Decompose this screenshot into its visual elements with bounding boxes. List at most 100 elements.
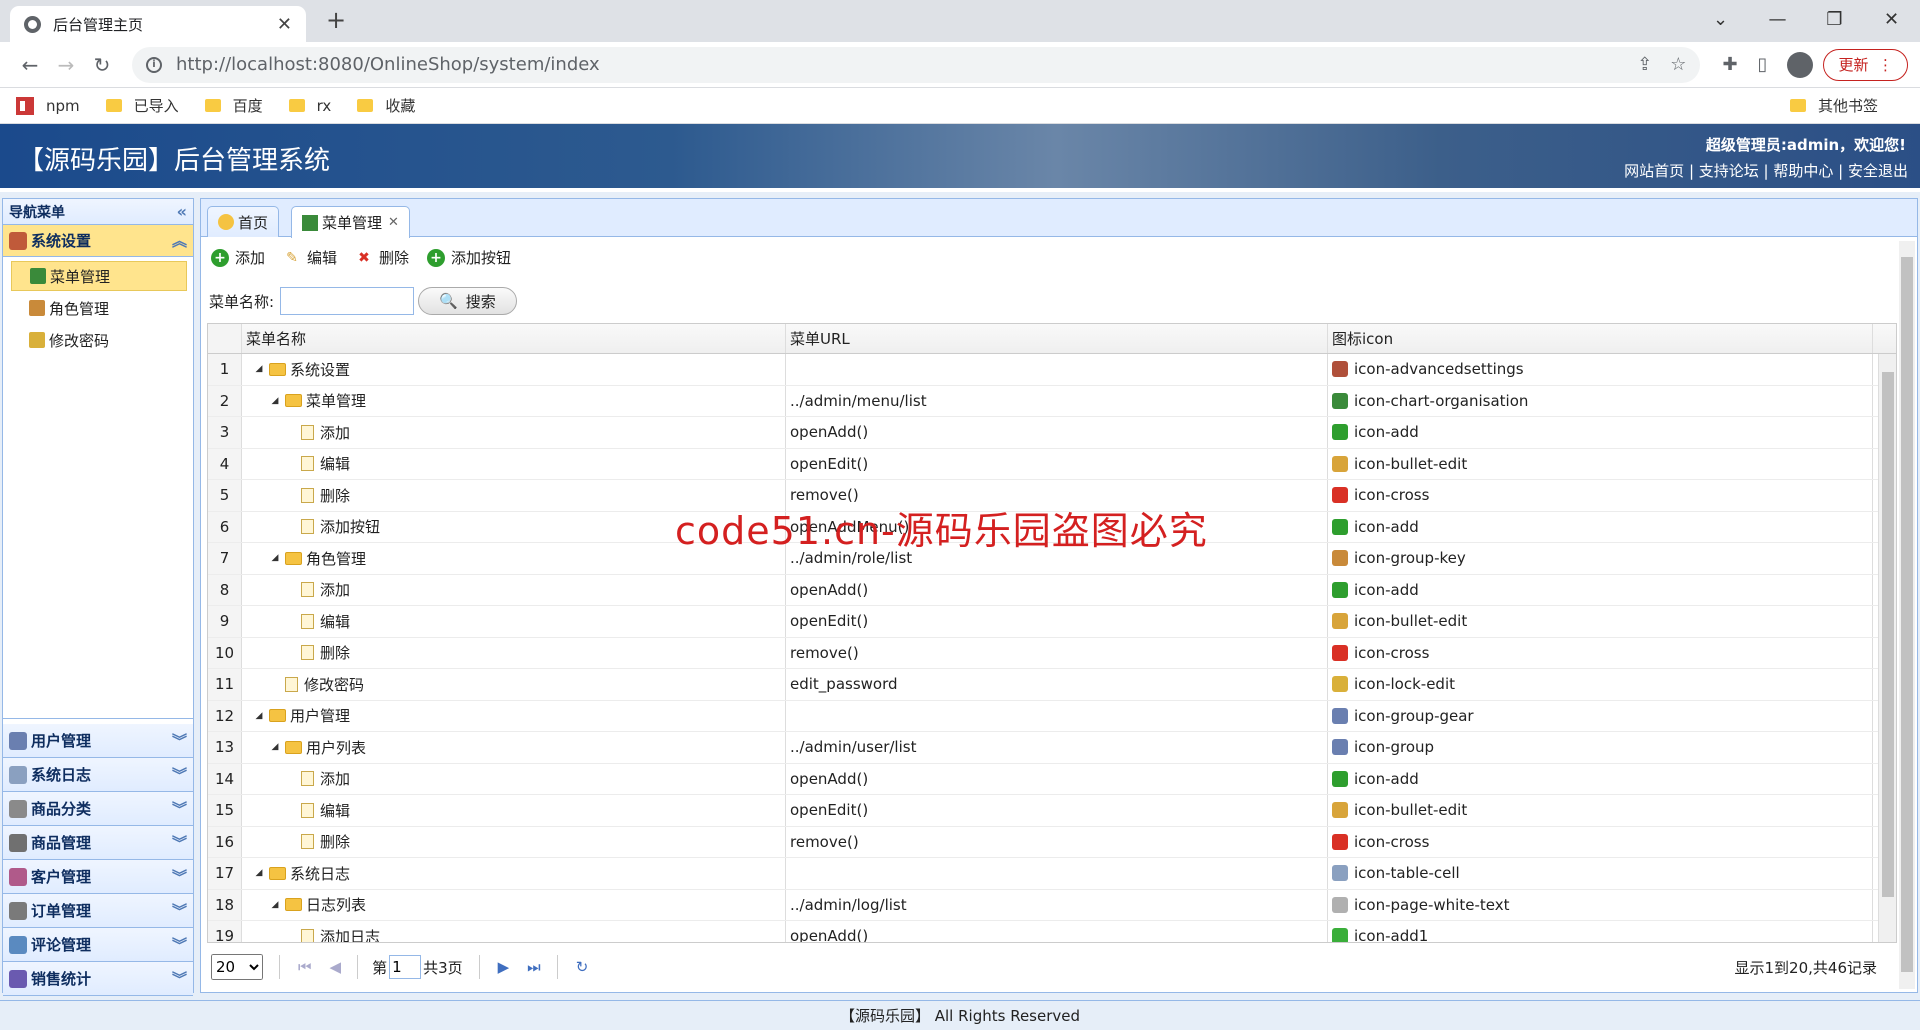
search-button[interactable]: 🔍 搜索 xyxy=(418,287,517,315)
extensions-icon[interactable]: ✚ xyxy=(1722,54,1737,75)
sidebar-section-categories[interactable]: 商品分类 ︾ xyxy=(3,792,193,826)
table-row[interactable]: 8 添加 openAdd() icon-add xyxy=(208,574,1896,606)
sidebar-item-change-password[interactable]: 修改密码 xyxy=(11,325,187,355)
bookmark-favorites[interactable]: 收藏 xyxy=(357,95,415,116)
table-row[interactable]: 15 编辑 openEdit() icon-bullet-edit xyxy=(208,795,1896,827)
link-site-home[interactable]: 网站首页 xyxy=(1624,162,1684,180)
table-row[interactable]: 4 编辑 openEdit() icon-bullet-edit xyxy=(208,448,1896,480)
table-row[interactable]: 9 编辑 openEdit() icon-bullet-edit xyxy=(208,606,1896,638)
column-header-name[interactable]: 菜单名称 xyxy=(242,324,786,353)
other-bookmarks[interactable]: 其他书签 xyxy=(1789,95,1878,116)
side-panel-icon[interactable]: ▯ xyxy=(1758,54,1768,75)
table-row[interactable]: 2 ◢ 菜单管理 ../admin/menu/list icon-chart-organ… xyxy=(208,385,1896,417)
bookmark-rx[interactable]: rx xyxy=(288,97,331,115)
restore-icon[interactable]: ❐ xyxy=(1806,0,1863,42)
browser-tab[interactable]: 后台管理主页 ✕ xyxy=(10,6,306,42)
table-row[interactable]: 19 添加日志 openAdd() icon-add1 xyxy=(208,921,1896,942)
expand-arrow-icon[interactable]: ◢ xyxy=(254,711,264,721)
group-key-icon xyxy=(29,300,45,316)
expand-arrow-icon[interactable]: ◢ xyxy=(270,742,280,752)
chevron-up-icon[interactable]: ︽ xyxy=(172,230,187,251)
sidebar-section-comments[interactable]: 评论管理 ︾ xyxy=(3,928,193,962)
reload-icon[interactable]: ↻ xyxy=(84,53,120,77)
edit-button[interactable]: ✎ 编辑 xyxy=(283,247,337,268)
link-help[interactable]: 帮助中心 xyxy=(1773,162,1833,180)
close-tab-icon[interactable]: ✕ xyxy=(388,215,399,230)
next-page-icon[interactable]: ▶ xyxy=(498,958,510,976)
chevron-down-icon[interactable]: ︾ xyxy=(172,900,187,921)
table-row[interactable]: 11 修改密码 edit_password icon-lock-edit xyxy=(208,669,1896,701)
new-tab-icon[interactable]: + xyxy=(326,6,346,34)
close-window-icon[interactable]: ✕ xyxy=(1863,0,1920,42)
sidebar-section-orders[interactable]: 订单管理 ︾ xyxy=(3,894,193,928)
table-row[interactable]: 16 删除 remove() icon-cross xyxy=(208,826,1896,858)
site-info-icon[interactable]: i xyxy=(146,56,162,73)
link-logout[interactable]: 安全退出 xyxy=(1848,162,1908,180)
url-text[interactable]: http://localhost:8080/OnlineShop/system/… xyxy=(176,54,1619,75)
scrollbar-thumb[interactable] xyxy=(1901,257,1913,972)
cell-menu-name: 添加 xyxy=(242,763,786,794)
chevron-down-icon[interactable]: ︾ xyxy=(172,730,187,751)
refresh-icon[interactable]: ↻ xyxy=(576,958,589,976)
sidebar-section-logs[interactable]: 系统日志 ︾ xyxy=(3,758,193,792)
page-size-select[interactable]: 20 xyxy=(211,954,263,980)
chevron-down-icon[interactable]: ︾ xyxy=(172,798,187,819)
collapse-left-icon[interactable]: « xyxy=(177,202,187,221)
delete-button[interactable]: ✖ 删除 xyxy=(355,247,409,268)
content-scrollbar[interactable] xyxy=(1899,241,1915,989)
link-forum[interactable]: 支持论坛 xyxy=(1699,162,1759,180)
sidebar-section-system-settings[interactable]: 系统设置 ︽ xyxy=(3,225,193,257)
profile-avatar[interactable] xyxy=(1787,51,1814,78)
watermark-text: code51.cn-源码乐园盗图必究 xyxy=(675,509,1208,553)
bookmark-baidu[interactable]: 百度 xyxy=(204,95,263,116)
table-row[interactable]: 1 ◢ 系统设置 icon-advancedsettings xyxy=(208,354,1896,386)
expand-arrow-icon[interactable]: ◢ xyxy=(254,868,264,878)
chevron-down-icon[interactable]: ︾ xyxy=(172,866,187,887)
chevron-down-icon[interactable]: ︾ xyxy=(172,934,187,955)
column-header-url[interactable]: 菜单URL xyxy=(786,324,1328,353)
share-icon[interactable]: ⇪ xyxy=(1637,54,1652,75)
bookmark-imported[interactable]: 已导入 xyxy=(105,95,179,116)
chevron-down-icon[interactable]: ︾ xyxy=(172,968,187,989)
table-row[interactable]: 10 删除 remove() icon-cross xyxy=(208,637,1896,669)
sidebar-section-customers[interactable]: 客户管理 ︾ xyxy=(3,860,193,894)
table-row[interactable]: 13 ◢ 用户列表 ../admin/user/list icon-group xyxy=(208,732,1896,764)
prev-page-icon[interactable]: ◀ xyxy=(330,958,342,976)
table-row[interactable]: 3 添加 openAdd() icon-add xyxy=(208,417,1896,449)
add-menu-button[interactable]: + 添加按钮 xyxy=(427,247,511,268)
table-row[interactable]: 14 添加 openAdd() icon-add xyxy=(208,763,1896,795)
expand-arrow-icon[interactable]: ◢ xyxy=(254,364,264,374)
chevron-down-icon[interactable]: ︾ xyxy=(172,764,187,785)
sidebar-item-menu-management[interactable]: 菜单管理 xyxy=(11,261,187,291)
expand-arrow-icon[interactable]: ◢ xyxy=(270,396,280,406)
sidebar-item-role-management[interactable]: 角色管理 xyxy=(11,293,187,323)
menu-name-search-input[interactable] xyxy=(280,287,415,315)
scrollbar-thumb[interactable] xyxy=(1882,372,1894,897)
forward-icon[interactable]: → xyxy=(48,53,84,77)
chevron-down-icon[interactable]: ︾ xyxy=(172,832,187,853)
tab-search-icon[interactable]: ⌄ xyxy=(1692,0,1749,42)
expand-arrow-icon[interactable]: ◢ xyxy=(270,553,280,563)
last-page-icon[interactable]: ⏭ xyxy=(527,958,541,976)
back-icon[interactable]: ← xyxy=(12,53,48,77)
url-box[interactable]: i http://localhost:8080/OnlineShop/syste… xyxy=(132,46,1701,83)
table-row[interactable]: 18 ◢ 日志列表 ../admin/log/list icon-page-white-… xyxy=(208,889,1896,921)
bookmark-npm[interactable]: npm xyxy=(16,96,80,115)
column-header-icon[interactable]: 图标icon xyxy=(1328,324,1873,353)
tab-menu-management[interactable]: 菜单管理 ✕ xyxy=(291,206,410,238)
expand-arrow-icon[interactable]: ◢ xyxy=(270,900,280,910)
add-button[interactable]: + 添加 xyxy=(211,247,265,268)
first-page-icon[interactable]: ⏮ xyxy=(298,958,312,976)
bookmark-star-icon[interactable]: ☆ xyxy=(1670,54,1686,75)
tab-home[interactable]: 首页 xyxy=(207,206,280,237)
minimize-icon[interactable]: — xyxy=(1749,0,1806,42)
table-row[interactable]: 12 ◢ 用户管理 icon-group-gear xyxy=(208,700,1896,732)
grid-scrollbar[interactable] xyxy=(1878,354,1896,942)
close-tab-icon[interactable]: ✕ xyxy=(277,14,292,35)
current-page-input[interactable] xyxy=(389,955,422,979)
update-button[interactable]: 更新 ⋮ xyxy=(1823,48,1908,81)
table-row[interactable]: 17 ◢ 系统日志 icon-table-cell xyxy=(208,858,1896,890)
sidebar-section-sales[interactable]: 销售统计 ︾ xyxy=(3,962,193,996)
sidebar-section-users[interactable]: 用户管理 ︾ xyxy=(3,724,193,758)
sidebar-section-products[interactable]: 商品管理 ︾ xyxy=(3,826,193,860)
